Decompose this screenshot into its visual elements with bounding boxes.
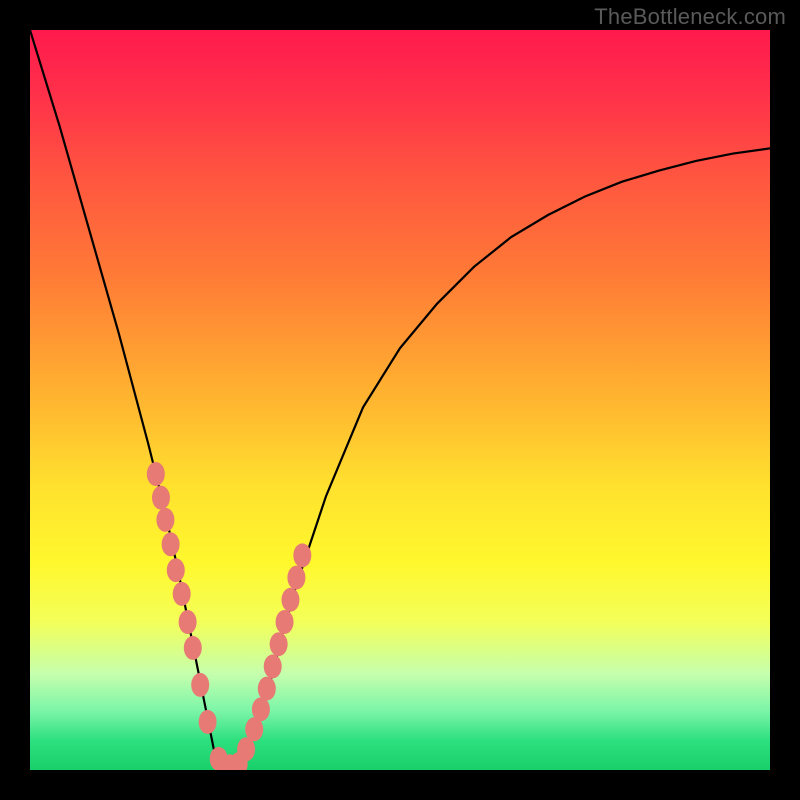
chart-frame: TheBottleneck.com (0, 0, 800, 800)
marker-point (191, 673, 209, 697)
bottleneck-curve (30, 30, 770, 770)
watermark-text: TheBottleneck.com (594, 4, 786, 30)
marker-point (281, 588, 299, 612)
marker-point (179, 610, 197, 634)
marker-point (276, 610, 294, 634)
marker-point (270, 632, 288, 656)
marker-point (162, 532, 180, 556)
marker-point (156, 508, 174, 532)
plot-area (30, 30, 770, 770)
marker-point (152, 486, 170, 510)
marker-point (147, 462, 165, 486)
marker-point (287, 566, 305, 590)
marker-point (258, 677, 276, 701)
curve-svg (30, 30, 770, 770)
marker-point (199, 710, 217, 734)
marker-point (293, 543, 311, 567)
marker-point (184, 636, 202, 660)
marker-point (173, 582, 191, 606)
highlight-markers (147, 462, 312, 770)
marker-point (252, 697, 270, 721)
marker-point (167, 558, 185, 582)
marker-point (264, 654, 282, 678)
